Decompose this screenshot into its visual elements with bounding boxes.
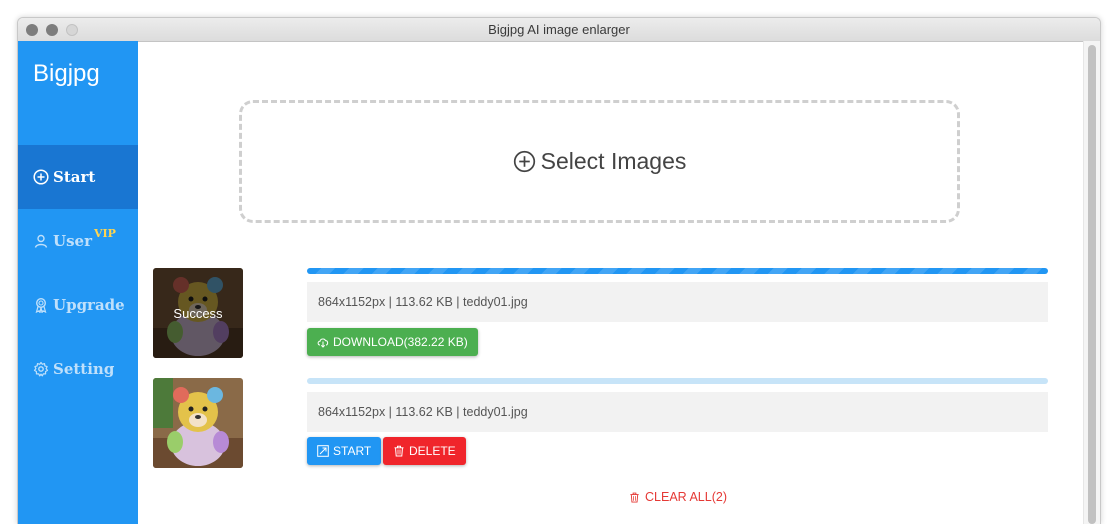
dropzone-label: Select Images xyxy=(540,148,687,174)
cloud-download-icon xyxy=(317,338,329,348)
scrollbar-thumb[interactable] xyxy=(1088,45,1096,524)
start-button[interactable]: START xyxy=(307,437,382,465)
title-bar: Bigjpg AI image enlarger xyxy=(18,18,1100,42)
plus-circle-icon xyxy=(33,169,49,185)
sidebar-item-upgrade[interactable]: Upgrade xyxy=(18,273,138,337)
upscale-progress-bar xyxy=(307,378,1048,384)
trash-icon xyxy=(630,492,639,503)
clear-all-label: CLEAR ALL(2) xyxy=(645,490,727,504)
award-icon xyxy=(35,297,47,313)
image-thumbnail xyxy=(153,378,243,468)
clear-all-button[interactable]: CLEAR ALL(2) xyxy=(629,490,727,504)
sidebar-item-user[interactable]: User VIP xyxy=(18,209,138,273)
window-title: Bigjpg AI image enlarger xyxy=(488,22,630,37)
expand-icon xyxy=(317,445,329,457)
sidebar-item-start[interactable]: Start xyxy=(18,145,138,209)
status-overlay: Success xyxy=(153,268,243,358)
vertical-scrollbar[interactable] xyxy=(1083,41,1100,524)
trash-icon xyxy=(394,445,404,457)
sidebar-item-label: Start xyxy=(53,168,96,186)
file-info: 864x1152px | 113.62 KB | teddy01.jpg xyxy=(307,282,1048,322)
teddy-bear-image xyxy=(153,378,243,468)
download-button-label: DOWNLOAD(382.22 KB) xyxy=(333,335,468,349)
progress-fill xyxy=(307,268,1048,274)
download-button[interactable]: DOWNLOAD(382.22 KB) xyxy=(307,328,478,356)
delete-button-label: DELETE xyxy=(409,444,456,458)
start-button-label: START xyxy=(333,444,372,458)
select-images-dropzone[interactable]: Select Images xyxy=(239,100,960,223)
delete-button[interactable]: DELETE xyxy=(383,437,466,465)
vip-badge: VIP xyxy=(93,226,116,240)
sidebar-item-label: Upgrade xyxy=(53,296,125,314)
app-window: Bigjpg AI image enlarger Bigjpg Start Us… xyxy=(17,17,1101,524)
plus-circle-icon xyxy=(513,150,535,173)
sidebar-item-setting[interactable]: Setting xyxy=(18,337,138,401)
upscale-progress-bar xyxy=(307,268,1048,274)
sidebar-item-label: Setting xyxy=(53,360,115,378)
file-info: 864x1152px | 113.62 KB | teddy01.jpg xyxy=(307,392,1048,432)
sidebar-item-label: User xyxy=(53,232,92,250)
brand-logo: Bigjpg xyxy=(33,60,100,87)
gear-icon xyxy=(33,361,49,377)
user-icon xyxy=(34,234,48,248)
image-thumbnail: Success xyxy=(153,268,243,358)
sidebar: Bigjpg Start User VIP Upgrade Setting xyxy=(18,41,138,524)
